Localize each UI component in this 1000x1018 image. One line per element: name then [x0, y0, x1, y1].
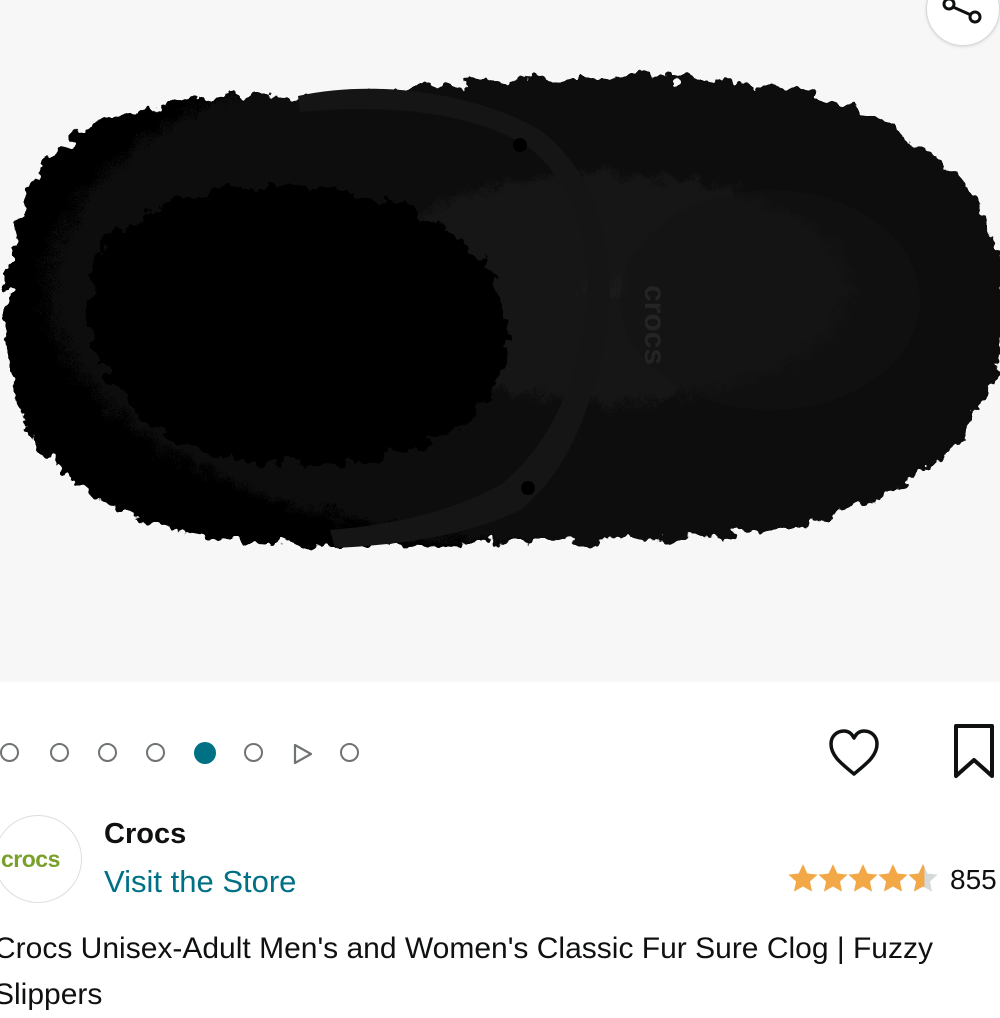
product-title: Crocs Unisex-Adult Men's and Women's Cla…: [0, 932, 933, 1011]
favorite-button[interactable]: [826, 726, 882, 782]
pagination-dot[interactable]: [98, 743, 117, 762]
product-image[interactable]: crocs: [0, 0, 1000, 682]
share-icon: [942, 0, 982, 24]
star-full-icon: [788, 864, 818, 892]
pagination-dot[interactable]: [244, 743, 263, 762]
play-icon[interactable]: [292, 743, 314, 765]
pagination-dot[interactable]: [0, 743, 19, 762]
pagination-dot[interactable]: [340, 743, 359, 762]
heart-icon: [829, 729, 879, 776]
pagination-dot[interactable]: [146, 743, 165, 762]
star-full-icon: [848, 864, 878, 892]
strap-logo: crocs: [638, 285, 671, 365]
pagination-dot[interactable]: [50, 743, 69, 762]
brand-logo[interactable]: crocs: [0, 815, 82, 903]
brand-logo-text: crocs: [1, 846, 60, 872]
product-image-gallery[interactable]: crocs: [0, 0, 1000, 682]
visit-store-link[interactable]: Visit the Store: [104, 864, 296, 900]
star-half-icon: [908, 864, 938, 892]
rating-count[interactable]: 855: [950, 864, 997, 896]
star-full-icon: [878, 864, 908, 892]
star-full-icon: [818, 864, 848, 892]
bookmark-icon: [954, 724, 994, 778]
save-for-later-button[interactable]: [948, 722, 1000, 782]
pagination-dot-active[interactable]: [194, 742, 216, 764]
brand-name: Crocs: [104, 818, 187, 850]
